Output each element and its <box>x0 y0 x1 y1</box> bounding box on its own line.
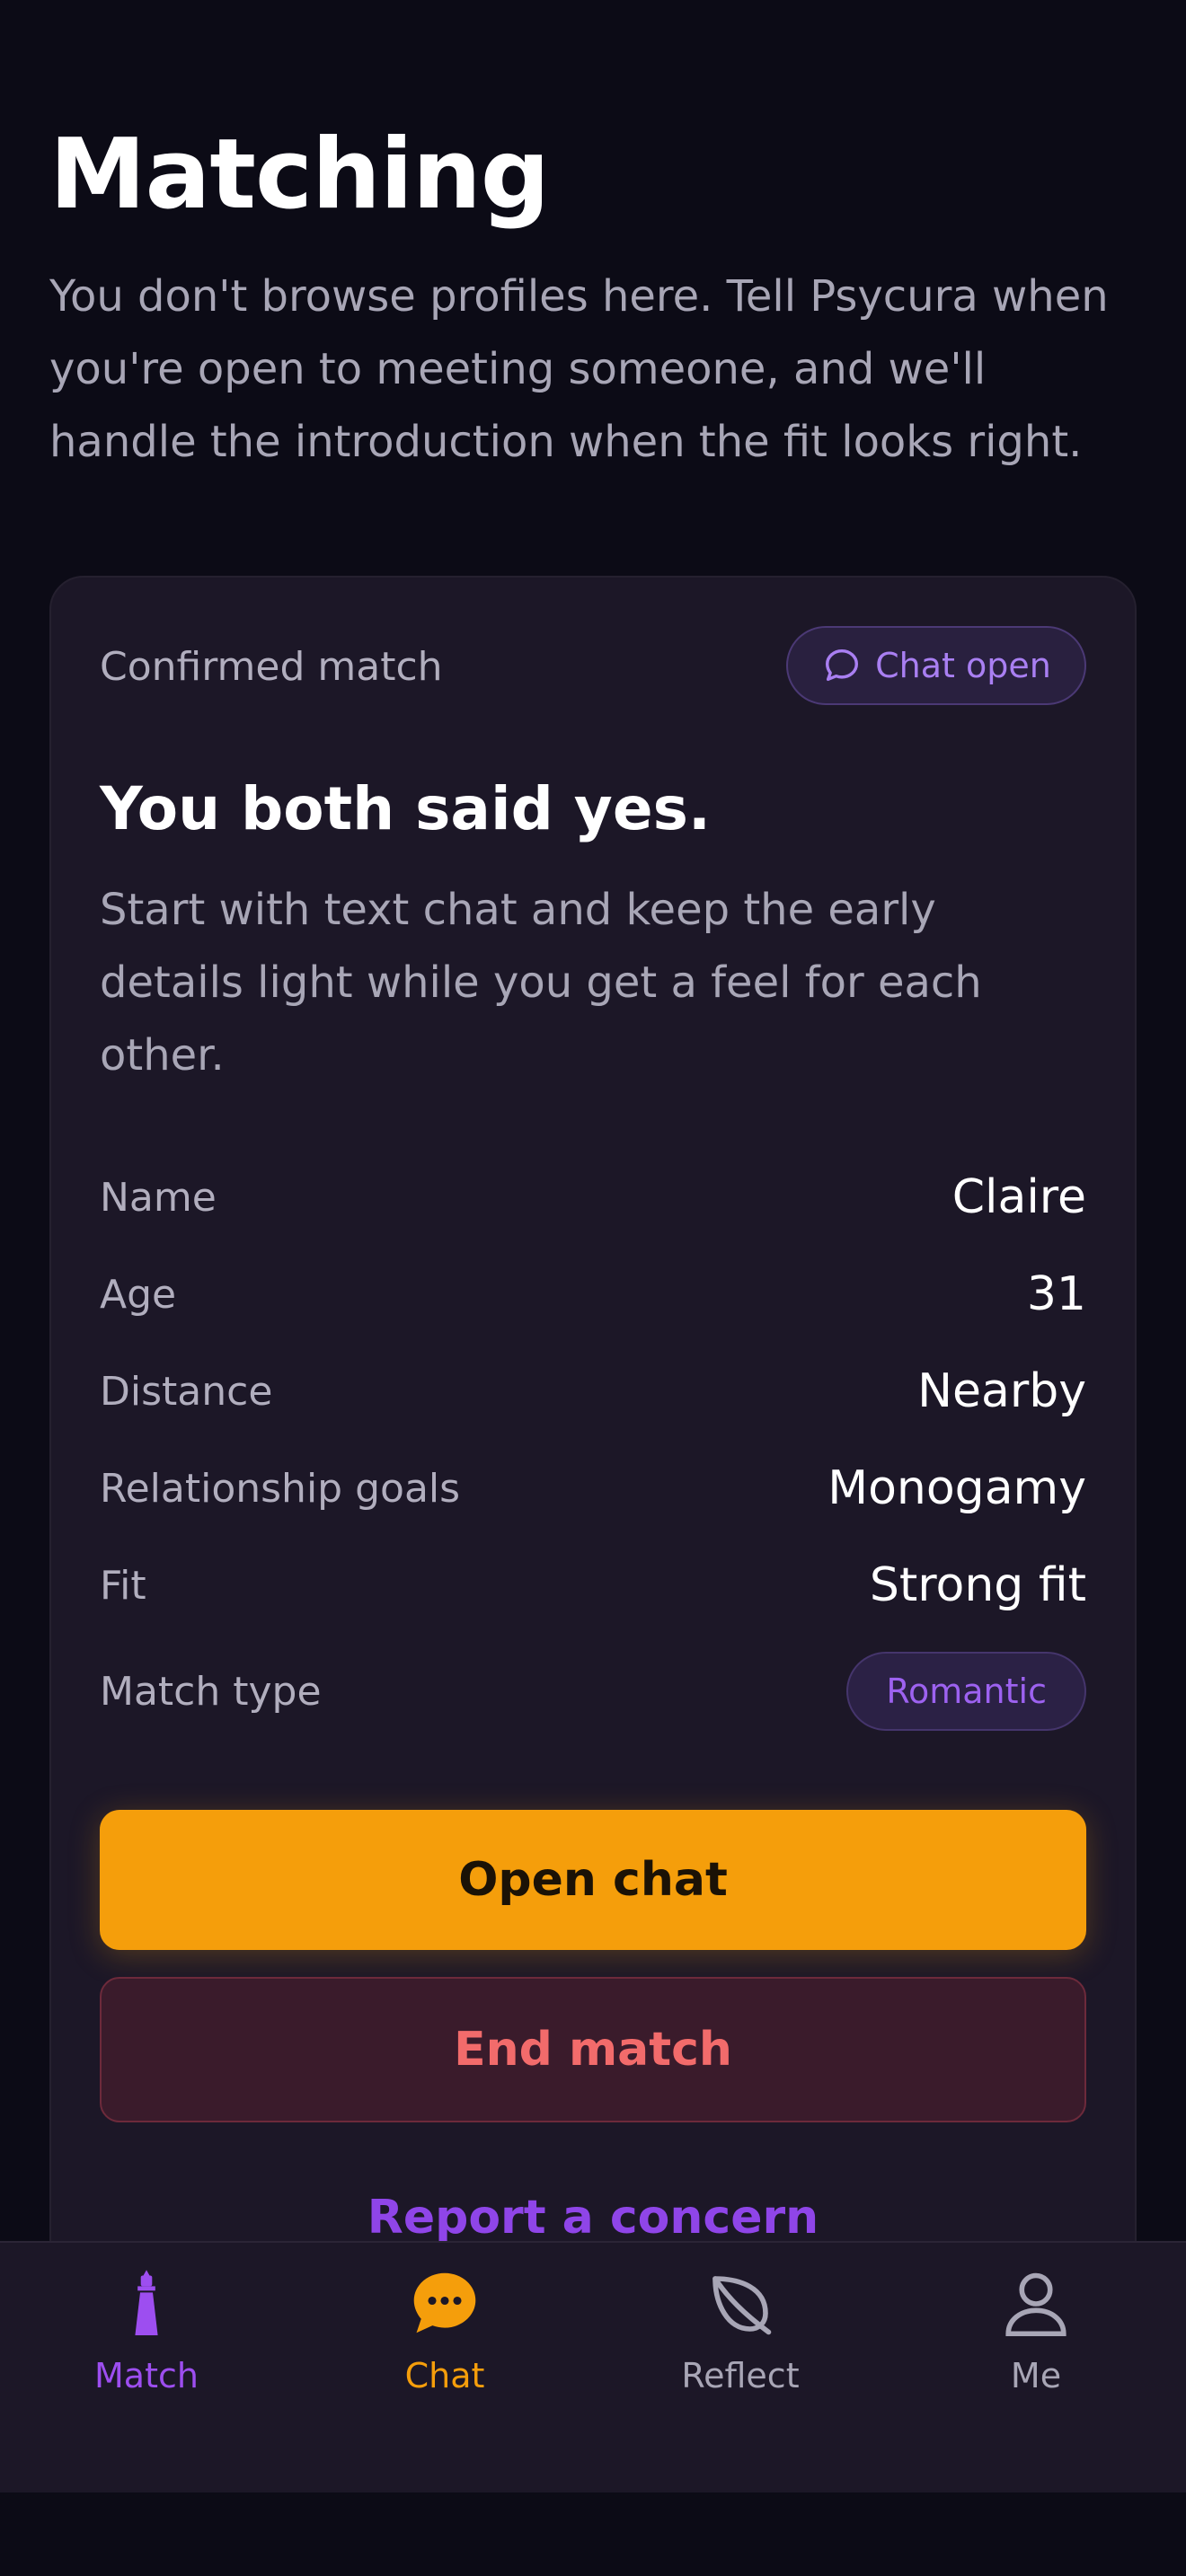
match-type-badge: Romantic <box>846 1652 1086 1731</box>
detail-row-distance: Distance Nearby <box>100 1355 1086 1427</box>
detail-label: Fit <box>100 1562 146 1609</box>
page-title: Matching <box>49 119 550 231</box>
detail-label: Match type <box>100 1668 322 1715</box>
leaf-icon <box>712 2276 772 2335</box>
detail-row-match-type: Match type Romantic <box>100 1651 1086 1732</box>
end-match-button[interactable]: End match <box>100 1977 1086 2122</box>
detail-row-relationship-goals: Relationship goals Monogamy <box>100 1452 1086 1524</box>
tab-me-label: Me <box>1010 2356 1062 2395</box>
tab-chat[interactable]: Chat <box>355 2261 535 2413</box>
report-concern-link[interactable]: Report a concern <box>51 2191 1135 2245</box>
detail-row-name: Name Claire <box>100 1161 1086 1233</box>
person-icon <box>1005 2272 1067 2337</box>
tab-reflect[interactable]: Reflect <box>651 2261 830 2413</box>
open-chat-button[interactable]: Open chat <box>100 1810 1086 1950</box>
lighthouse-icon <box>135 2270 158 2335</box>
bottom-safe-area <box>0 2492 1186 2576</box>
detail-value: Claire <box>951 1170 1086 1224</box>
detail-value: Nearby <box>917 1364 1086 1418</box>
detail-value: Strong fit <box>869 1558 1086 1612</box>
detail-label: Relationship goals <box>100 1465 461 1512</box>
tab-match[interactable]: Match <box>57 2261 236 2413</box>
detail-value: Monogamy <box>828 1461 1086 1515</box>
match-status-label: Confirmed match <box>100 644 443 690</box>
match-heading: You both said yes. <box>100 774 711 843</box>
detail-label: Age <box>100 1271 177 1318</box>
tab-match-label: Match <box>94 2356 199 2395</box>
detail-label: Distance <box>100 1368 273 1415</box>
detail-row-age: Age 31 <box>100 1258 1086 1330</box>
bottom-tab-bar: Match Chat Reflect Me <box>0 2241 1186 2492</box>
chat-pill-label: Chat open <box>875 646 1051 685</box>
chat-bubble-icon <box>413 2272 476 2333</box>
match-subtext: Start with text chat and keep the early … <box>100 885 982 1081</box>
intro-text: You don't browse profiles here. Tell Psy… <box>49 271 1109 467</box>
chat-outline-icon <box>826 648 859 682</box>
tab-reflect-label: Reflect <box>681 2356 800 2395</box>
tab-chat-label: Chat <box>404 2356 485 2395</box>
detail-row-fit: Fit Strong fit <box>100 1549 1086 1621</box>
chat-open-pill[interactable]: Chat open <box>786 626 1086 705</box>
detail-label: Name <box>100 1174 217 1221</box>
tab-me[interactable]: Me <box>946 2261 1126 2413</box>
detail-value: 31 <box>1026 1267 1086 1321</box>
match-card: Confirmed match Chat open You both said … <box>49 576 1137 2372</box>
